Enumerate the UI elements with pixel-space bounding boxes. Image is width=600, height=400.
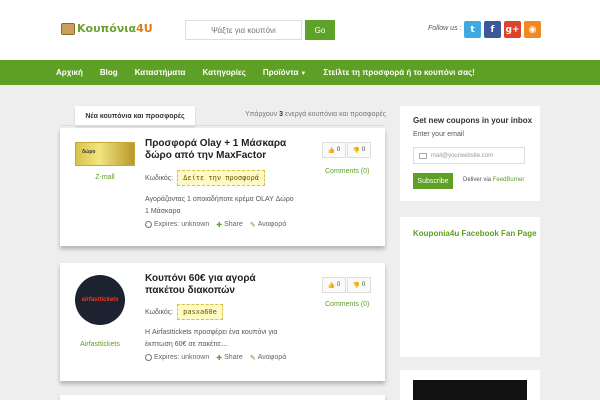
vote-up-button[interactable]: 👍 0	[322, 277, 346, 293]
report-icon: ✎	[249, 222, 256, 229]
coupon-title[interactable]: Κουπόνι 60€ για αγορά πακέτου διακοπών	[145, 273, 295, 297]
vote-group: 👍 0 👎 0	[322, 142, 371, 158]
rss-icon[interactable]: ◉	[524, 21, 541, 38]
comments-link[interactable]: Comments (0)	[325, 301, 369, 308]
code-label: Κωδικός:	[145, 308, 174, 316]
thumb-label: δώρο	[82, 149, 96, 155]
facebook-icon[interactable]: f	[484, 21, 501, 38]
share-icon: ✚	[216, 222, 223, 229]
search-button[interactable]: Go	[305, 20, 335, 40]
store-link[interactable]: Z-mall	[75, 174, 135, 181]
coupon-card: δώρο Z-mall Προσφορά Olay + 1 Μάσκαρα δώ…	[60, 128, 385, 246]
thumbs-up-icon: 👍	[327, 147, 336, 154]
logo-text: Κουπόνια4U	[77, 22, 153, 35]
report-icon: ✎	[249, 355, 256, 362]
nav-item-products[interactable]: Προϊόντα ▼	[263, 68, 306, 77]
subscribe-button[interactable]: Subscribe	[413, 173, 453, 189]
comments-link[interactable]: Comments (0)	[325, 168, 369, 175]
thumbs-down-icon: 👎	[352, 282, 361, 289]
logo-box-icon	[61, 22, 75, 35]
search-input[interactable]	[185, 20, 302, 40]
site-logo[interactable]: Κουπόνια4U	[61, 22, 153, 35]
coupon-card	[60, 395, 385, 400]
nav-item-stores[interactable]: Καταστήματα	[135, 68, 186, 77]
clock-icon	[145, 221, 152, 228]
coupon-thumbnail[interactable]: δώρο	[75, 142, 135, 166]
embedded-media[interactable]	[413, 380, 527, 400]
newsletter-widget: Get new coupons in your inbox Enter your…	[400, 106, 540, 201]
coupon-title[interactable]: Προσφορά Olay + 1 Μάσκαρα δώρο από την M…	[145, 138, 295, 162]
facebook-widget: Kouponia4u Facebook Fan Page	[400, 217, 540, 357]
vote-down-button[interactable]: 👎 0	[347, 277, 371, 293]
twitter-icon[interactable]: t	[464, 21, 481, 38]
site-header: Κουπόνια4U Go Follow us : t f g+ ◉	[0, 0, 600, 60]
code-row: Κωδικός: Δείτε την προσφορά	[145, 170, 265, 186]
coupon-thumbnail[interactable]: airfasttickets	[75, 275, 125, 325]
deliver-note: Deliver via FeedBurner	[463, 177, 525, 183]
airfast-logo: airfasttickets	[81, 297, 119, 303]
nav-item-submit-coupon[interactable]: Στείλτε τη προσφορά ή το κουπόνι σας!	[323, 68, 475, 77]
email-label: Enter your email	[413, 131, 464, 138]
coupon-meta: Expires: unknown ✚ Share ✎ Αναφορά	[145, 354, 293, 362]
feedburner-link[interactable]: FeedBurner	[493, 177, 525, 183]
nav-item-home[interactable]: Αρχική	[56, 68, 83, 77]
report-link[interactable]: ✎ Αναφορά	[249, 221, 286, 229]
coupon-count: Υπάρχουν 3 ενεργά κουπόνια και προσφορές	[245, 111, 386, 118]
coupon-description: Αγοράζοντας 1 οποιαδήποτε κρέμα OLAY Δώρ…	[145, 196, 294, 215]
nav-item-blog[interactable]: Blog	[100, 68, 118, 77]
expires-info: Expires: unknown	[145, 354, 209, 361]
sidebar-widget	[400, 370, 540, 400]
coupon-code-button[interactable]: pasxa60e	[177, 304, 223, 320]
expires-info: Expires: unknown	[145, 221, 209, 228]
thumbs-down-icon: 👎	[352, 147, 361, 154]
follow-label: Follow us :	[428, 25, 462, 32]
nav-item-categories[interactable]: Κατηγορίες	[202, 68, 245, 77]
coupon-code-button[interactable]: Δείτε την προσφορά	[177, 170, 265, 186]
tab-new-coupons[interactable]: Νέα κουπόνια και προσφορές	[75, 106, 195, 126]
main-nav: Αρχική Blog Καταστήματα Κατηγορίες Προϊό…	[0, 60, 600, 85]
code-row: Κωδικός: pasxa60e	[145, 304, 223, 320]
email-field[interactable]: mail@yourwebsite.com	[413, 147, 525, 164]
code-label: Κωδικός:	[145, 174, 174, 182]
google-plus-icon[interactable]: g+	[504, 21, 521, 38]
report-link[interactable]: ✎ Αναφορά	[249, 354, 286, 362]
coupon-meta: Expires: unknown ✚ Share ✎ Αναφορά	[145, 221, 293, 229]
chevron-down-icon: ▼	[300, 71, 307, 77]
divider	[60, 125, 385, 126]
vote-down-button[interactable]: 👎 0	[347, 142, 371, 158]
share-link[interactable]: ✚ Share	[216, 221, 243, 229]
widget-title[interactable]: Kouponia4u Facebook Fan Page	[413, 229, 537, 238]
clock-icon	[145, 354, 152, 361]
vote-up-button[interactable]: 👍 0	[322, 142, 346, 158]
thumbs-up-icon: 👍	[327, 282, 336, 289]
coupon-description: Η Airfasttickets προσφέρει ένα κουπόνι γ…	[145, 329, 278, 348]
store-link[interactable]: Airfasttickets	[68, 341, 132, 348]
mail-icon	[419, 152, 427, 159]
search-form: Go	[185, 20, 335, 40]
vote-group: 👍 0 👎 0	[322, 277, 371, 293]
share-link[interactable]: ✚ Share	[216, 354, 243, 362]
coupon-card: airfasttickets Airfasttickets Κουπόνι 60…	[60, 263, 385, 381]
share-icon: ✚	[216, 355, 223, 362]
widget-title: Get new coupons in your inbox	[413, 116, 533, 125]
